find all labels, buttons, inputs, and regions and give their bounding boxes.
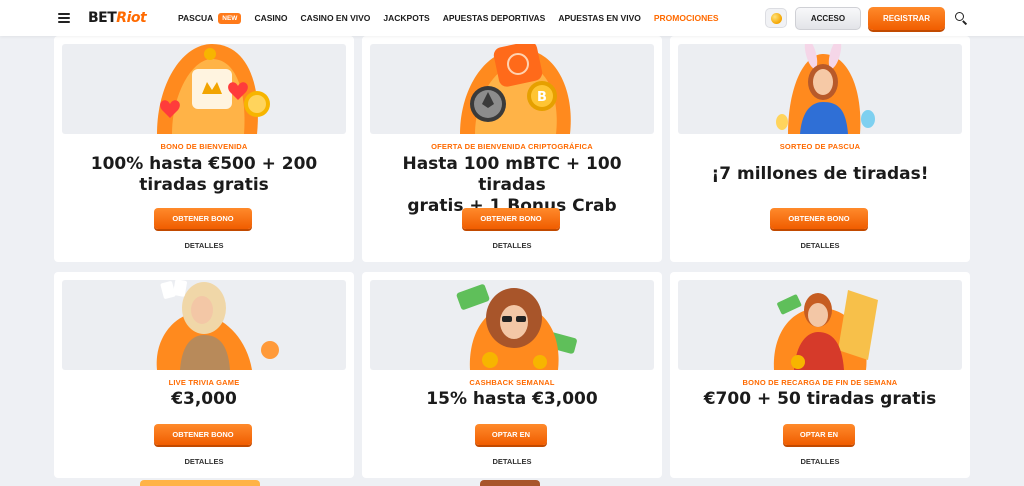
next-row-banner-peek [140, 480, 260, 486]
promo-banner-image: B [370, 44, 654, 134]
obtain-bonus-button[interactable]: OBTENER BONO [770, 208, 868, 229]
top-navigation-bar: BETRiot PASCUA NEW CASINO CASINO EN VIVO … [0, 0, 1024, 36]
nav-item-jackpots[interactable]: JACKPOTS [383, 13, 429, 23]
promo-headline: €700 + 50 tiradas gratis [680, 389, 960, 410]
promo-card-weekly-cashback: CASHBACK SEMANAL 15% hasta €3,000 OPTAR … [362, 272, 662, 478]
cashback-woman-illustration-icon [456, 284, 577, 370]
nav-item-apuestas-deportivas[interactable]: APUESTAS DEPORTIVAS [443, 13, 546, 23]
promo-headline-line2: tiradas gratis [139, 175, 269, 195]
betriot-logo[interactable]: BETRiot [88, 10, 147, 26]
nav-label: CASINO [254, 13, 288, 23]
slot-machine-illustration-icon [157, 44, 270, 134]
details-link[interactable]: DETALLES [362, 457, 662, 466]
promo-headline-line1: 15% hasta €3,000 [426, 389, 598, 409]
promo-banner-image [678, 44, 962, 134]
obtain-bonus-button[interactable]: OBTENER BONO [154, 208, 252, 229]
promo-kicker: OFERTA DE BIENVENIDA CRIPTOGRÁFICA [431, 142, 593, 151]
promo-headline: €3,000 [64, 389, 344, 410]
promo-kicker: LIVE TRIVIA GAME [168, 378, 240, 387]
new-badge: NEW [218, 12, 242, 24]
details-link[interactable]: DETALLES [670, 457, 970, 466]
details-link[interactable]: DETALLES [54, 457, 354, 466]
promo-banner-image [62, 280, 346, 370]
nav-label: PROMOCIONES [653, 13, 719, 23]
main-nav: PASCUA NEW CASINO CASINO EN VIVO JACKPOTS… [178, 0, 732, 36]
svg-text:B: B [537, 90, 547, 105]
nav-label: APUESTAS EN VIVO [558, 13, 641, 23]
promo-headline-line1: €700 + 50 tiradas gratis [703, 389, 937, 409]
login-button[interactable]: ACCESO [795, 7, 861, 30]
weekend-man-illustration-icon [773, 290, 878, 370]
nav-label: PASCUA [178, 13, 214, 23]
promo-card-easter-draw: SORTEO DE PASCUA ¡7 millones de tiradas!… [670, 36, 970, 262]
search-icon[interactable] [955, 12, 968, 25]
nav-item-casino-en-vivo[interactable]: CASINO EN VIVO [301, 13, 371, 23]
promo-headline: ¡7 millones de tiradas! [680, 164, 960, 185]
promo-card-welcome-bonus: BONO DE BIENVENIDA 100% hasta €500 + 200… [54, 36, 354, 262]
next-row-banner-peek [480, 480, 540, 486]
promo-banner-image [678, 280, 962, 370]
crypto-coins-illustration-icon: B [460, 44, 571, 134]
opt-in-button[interactable]: OPTAR EN [783, 424, 855, 445]
promo-card-crypto-welcome: B OFERTA DE BIENVENIDA CRIPTOGRÁFICA Has… [362, 36, 662, 262]
coin-wallet-button[interactable] [765, 8, 787, 28]
details-link[interactable]: DETALLES [670, 241, 970, 250]
obtain-bonus-button[interactable]: OBTENER BONO [462, 208, 560, 229]
promo-headline-line1: 100% hasta €500 + 200 [90, 154, 318, 174]
promo-headline: 15% hasta €3,000 [372, 389, 652, 410]
promo-banner-image [370, 280, 654, 370]
promo-kicker: BONO DE BIENVENIDA [160, 142, 248, 151]
nav-item-apuestas-en-vivo[interactable]: APUESTAS EN VIVO [558, 13, 641, 23]
promo-headline-line1: Hasta 100 mBTC + 100 tiradas [402, 154, 622, 195]
trivia-host-illustration-icon [156, 280, 279, 370]
nav-item-pascua[interactable]: PASCUA NEW [178, 12, 242, 24]
coin-icon [770, 12, 782, 24]
nav-label: JACKPOTS [383, 13, 430, 23]
register-button[interactable]: REGISTRAR [868, 7, 945, 30]
promo-card-weekend-reload: BONO DE RECARGA DE FIN DE SEMANA €700 + … [670, 272, 970, 478]
promo-headline-line1: ¡7 millones de tiradas! [711, 164, 929, 184]
promo-kicker: BONO DE RECARGA DE FIN DE SEMANA [742, 378, 898, 387]
promo-card-live-trivia: LIVE TRIVIA GAME €3,000 OBTENER BONO DET… [54, 272, 354, 478]
promo-banner-image [62, 44, 346, 134]
nav-label: CASINO EN VIVO [300, 13, 371, 23]
promo-headline: 100% hasta €500 + 200 tiradas gratis [64, 154, 344, 196]
nav-item-promociones[interactable]: PROMOCIONES [654, 13, 719, 23]
easter-bunny-girl-illustration-icon [776, 44, 875, 134]
promo-headline-line1: €3,000 [171, 389, 237, 409]
promo-kicker: SORTEO DE PASCUA [779, 142, 861, 151]
logo-text-riot: Riot [116, 10, 147, 26]
logo-text-bet: BET [88, 10, 117, 26]
opt-in-button[interactable]: OPTAR EN [475, 424, 547, 445]
nav-item-casino[interactable]: CASINO [254, 13, 287, 23]
obtain-bonus-button[interactable]: OBTENER BONO [154, 424, 252, 445]
menu-icon[interactable] [58, 13, 70, 23]
promo-kicker: CASHBACK SEMANAL [469, 378, 555, 387]
details-link[interactable]: DETALLES [54, 241, 354, 250]
nav-label: APUESTAS DEPORTIVAS [442, 13, 546, 23]
details-link[interactable]: DETALLES [362, 241, 662, 250]
